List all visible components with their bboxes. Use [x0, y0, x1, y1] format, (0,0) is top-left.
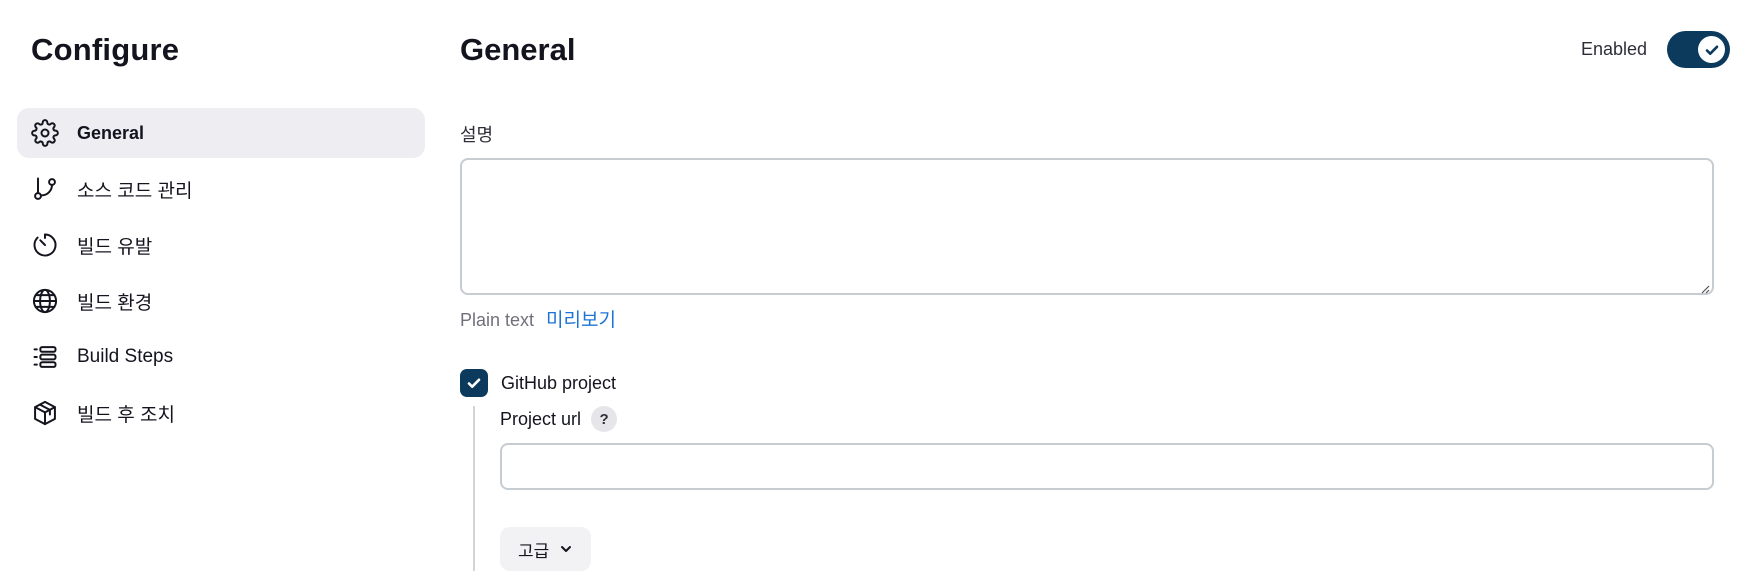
timer-icon — [31, 231, 59, 259]
github-project-checkbox[interactable] — [460, 369, 488, 397]
enabled-toggle[interactable] — [1667, 31, 1730, 68]
help-icon[interactable]: ? — [591, 406, 618, 432]
sidebar-nav: General 소스 코드 관리 빌드 유발 빌드 환경 Build Steps… — [17, 108, 425, 444]
preview-link[interactable]: 미리보기 — [546, 305, 616, 332]
list-icon — [31, 343, 59, 371]
sidebar-item-label: 빌드 후 조치 — [77, 404, 175, 426]
sidebar-item-label: Build Steps — [77, 346, 174, 367]
globe-icon — [31, 287, 59, 315]
sidebar-item-build-environment[interactable]: 빌드 환경 — [17, 276, 425, 326]
project-url-label: Project url — [500, 408, 582, 429]
package-icon — [31, 399, 59, 427]
advanced-button[interactable]: 고급 — [500, 527, 592, 571]
gear-icon — [31, 119, 59, 147]
sidebar-item-build-steps[interactable]: Build Steps — [17, 332, 425, 382]
resize-grip-icon[interactable] — [1700, 281, 1710, 294]
main-panel: General Enabled 설명 Plain text 미리보기 GitHu… — [460, 0, 1730, 571]
project-url-input[interactable] — [500, 443, 1714, 490]
github-project-label[interactable]: GitHub project — [501, 373, 616, 394]
sidebar-item-label: General — [77, 122, 145, 143]
sidebar-item-source-code-management[interactable]: 소스 코드 관리 — [17, 164, 425, 214]
advanced-label: 고급 — [518, 541, 550, 561]
project-url-label-row: Project url ? — [500, 406, 618, 432]
checkmark-icon — [467, 378, 481, 388]
page-title: General — [460, 32, 576, 67]
sidebar-item-label: 소스 코드 관리 — [77, 180, 193, 202]
sidebar-item-general[interactable]: General — [17, 108, 425, 158]
git-branch-icon — [31, 175, 59, 203]
sidebar-item-label: 빌드 유발 — [77, 236, 153, 258]
chevron-down-icon — [559, 542, 573, 556]
description-label: 설명 — [460, 125, 494, 145]
enabled-label: Enabled — [1580, 39, 1647, 59]
checkmark-icon — [1705, 45, 1718, 55]
github-project-row: GitHub project — [460, 369, 616, 397]
sidebar-item-post-build-actions[interactable]: 빌드 후 조치 — [17, 388, 425, 438]
description-textarea[interactable] — [460, 158, 1714, 295]
description-format-row: Plain text 미리보기 — [460, 305, 616, 332]
format-label: Plain text — [460, 310, 535, 330]
nested-section-divider — [473, 406, 475, 571]
sidebar-item-build-triggers[interactable]: 빌드 유발 — [17, 220, 425, 270]
toggle-knob — [1698, 36, 1725, 63]
sidebar-item-label: 빌드 환경 — [77, 292, 153, 314]
sidebar-title: Configure — [31, 32, 180, 67]
enabled-control: Enabled — [1581, 31, 1730, 68]
sidebar: Configure General 소스 코드 관리 빌드 유발 빌드 환경 B… — [0, 0, 430, 567]
